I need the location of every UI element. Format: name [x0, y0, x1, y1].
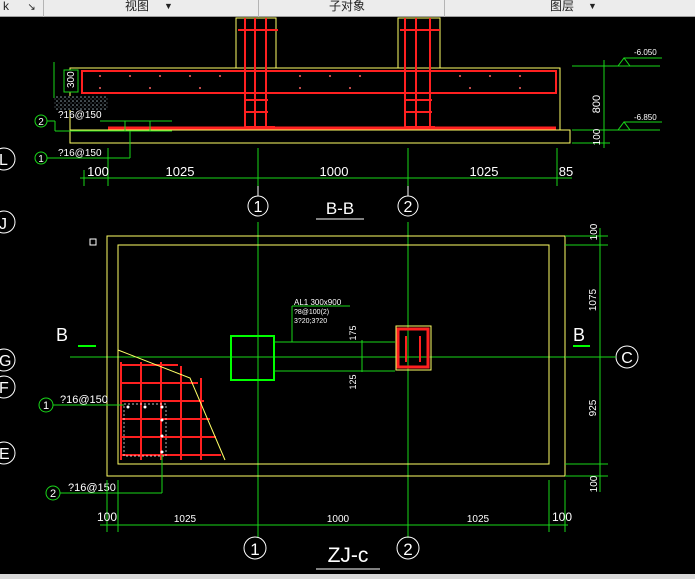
beam-note-1: AL1 300x900 — [294, 298, 342, 307]
axis-c: C — [621, 350, 633, 367]
soil-hatch — [54, 96, 108, 110]
section-dim-85: 85 — [559, 164, 573, 179]
section-dim-100: 100 — [87, 164, 109, 179]
status-bar — [0, 574, 695, 579]
plan-title: ZJ-c — [328, 544, 369, 567]
right-dim-100a: 100 — [589, 223, 600, 240]
section-axis-2: 2 — [404, 199, 413, 216]
layer-label: 图层 — [550, 0, 575, 13]
inner-dim-125: 125 — [348, 374, 358, 389]
plan-zj-c: AL1 300x900 ?8@100(2) 3?20;3?20 175 125 … — [38, 222, 639, 570]
plan-rebar-grid — [120, 362, 221, 460]
depth-100: 100 — [592, 128, 603, 145]
layer-dropdown[interactable]: 图层 ▼ — [445, 0, 695, 17]
toolbar-left-label: k — [3, 0, 9, 13]
axis-j: J — [0, 216, 7, 233]
plan-axis-1: 1 — [250, 540, 259, 559]
plan-bar-2-num: 2 — [50, 488, 56, 500]
drawing-canvas[interactable]: 300 2 1 ?16@150 ?16@150 -6.050 -6.850 80… — [0, 17, 695, 574]
beam-note-2: ?8@100(2) — [294, 309, 329, 316]
plan-axis-2: 2 — [403, 540, 412, 559]
subobject-label: 子对象 — [329, 0, 366, 13]
cover-dim: 300 — [66, 71, 77, 88]
plan-dim-1000: 1000 — [327, 514, 350, 525]
inner-dim-175: 175 — [348, 325, 358, 340]
section-axis-1: 1 — [254, 199, 263, 216]
section-bar-2-label: ?16@150 — [58, 110, 102, 121]
plan-bar-1-label: ?16@150 — [60, 394, 108, 406]
view-dropdown[interactable]: 视图 ▼ — [44, 0, 259, 17]
axis-g: G — [0, 353, 11, 370]
section-bar-2-num: 2 — [38, 117, 44, 128]
section-bar-1-num: 1 — [38, 154, 44, 165]
right-dim-1075: 1075 — [588, 288, 599, 311]
section-title: B-B — [326, 199, 354, 218]
axis-e: E — [0, 446, 10, 463]
pile-cap-base — [69, 129, 571, 144]
plan-dim-100a: 100 — [97, 510, 117, 524]
axis-f: F — [0, 380, 9, 397]
plan-dim-1025a: 1025 — [174, 514, 197, 525]
chevron-down-icon: ▼ — [588, 1, 597, 11]
section-dim-1025a: 1025 — [166, 164, 195, 179]
cut-label-left: B — [56, 325, 68, 345]
pile-cap-outline — [106, 235, 566, 477]
expand-arrow-icon: ↘ — [27, 2, 36, 13]
plan-dim-100b: 100 — [552, 510, 572, 524]
subobject-dropdown[interactable]: 子对象 — [259, 0, 445, 17]
section-dim-1000: 1000 — [320, 164, 349, 179]
depth-800: 800 — [591, 95, 603, 113]
section-b-b: 300 2 1 ?16@150 ?16@150 -6.050 -6.850 80… — [34, 17, 662, 220]
plan-bar-1-num: 1 — [43, 400, 49, 412]
level-bottom: -6.850 — [634, 113, 657, 122]
toolbar: k ↘ 视图 ▼ 子对象 图层 ▼ — [0, 0, 695, 17]
right-dim-925: 925 — [588, 399, 599, 416]
section-rebar — [81, 18, 557, 130]
axis-l: L — [0, 152, 8, 169]
cut-label-right: B — [573, 325, 585, 345]
pile-cap-inner — [117, 244, 550, 465]
beam-note-3: 3?20;3?20 — [294, 318, 327, 325]
column-left — [230, 335, 275, 381]
view-label: 视图 — [125, 0, 150, 13]
section-dim-1025b: 1025 — [470, 164, 499, 179]
toolbar-left-section[interactable]: k ↘ — [0, 0, 44, 17]
chevron-down-icon: ▼ — [164, 1, 173, 11]
left-axis-bubbles — [0, 147, 16, 465]
column-right — [396, 327, 430, 369]
right-dim-100b: 100 — [589, 475, 600, 492]
section-bar-1-label: ?16@150 — [58, 148, 102, 159]
plan-bar-2-label: ?16@150 — [68, 482, 116, 494]
rebar-dots — [99, 75, 521, 89]
plan-dim-1025b: 1025 — [467, 514, 490, 525]
level-top: -6.050 — [634, 48, 657, 57]
